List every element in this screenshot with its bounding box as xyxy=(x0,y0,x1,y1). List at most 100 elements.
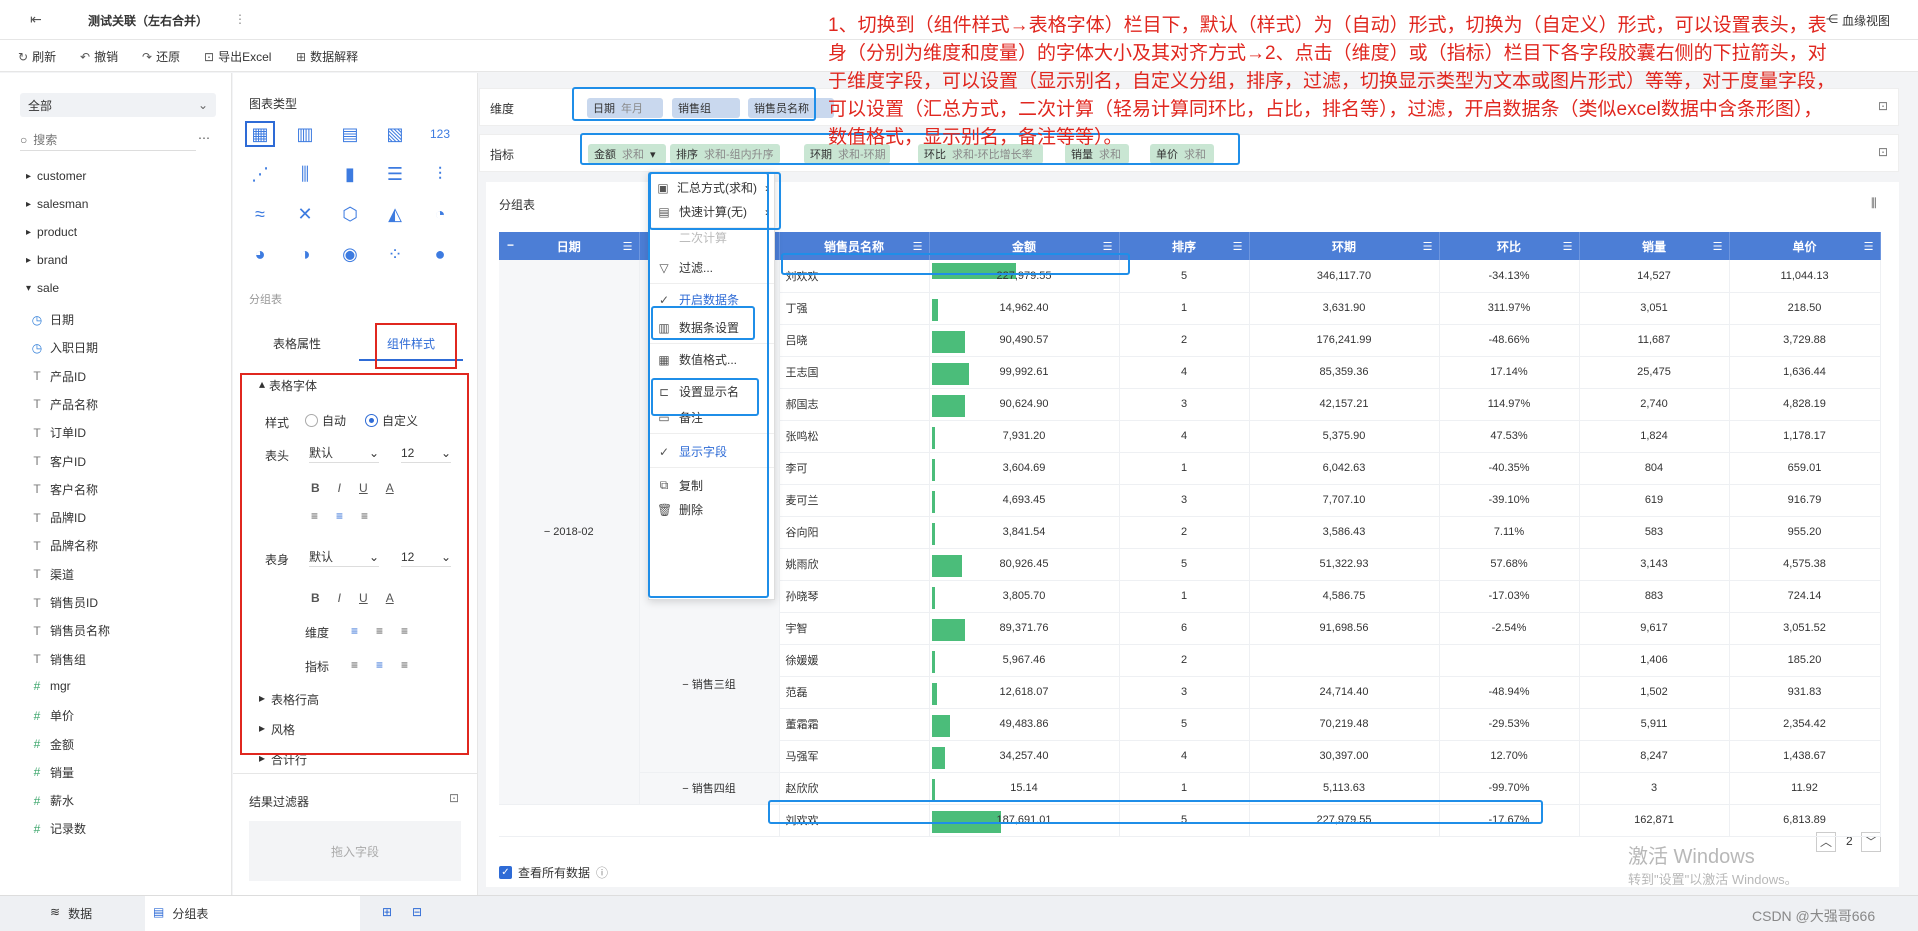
column-settings-icon[interactable]: ⫼ xyxy=(1871,196,1877,211)
redo-button[interactable]: ↷ 还原 xyxy=(142,48,180,65)
col-header-date[interactable]: 日期 − ☰ xyxy=(499,232,640,260)
field-item[interactable]: # 单价 xyxy=(30,707,74,724)
hexbin-icon[interactable]: ⬡ xyxy=(335,201,365,227)
view-all-toggle[interactable]: ✓ 查看所有数据 ⓘ xyxy=(499,864,608,881)
data-explain-button[interactable]: ⊞ 数据解释 xyxy=(296,48,358,65)
field-item[interactable]: T 渠道 xyxy=(30,566,74,583)
tab-table-attr[interactable]: 表格属性 xyxy=(273,335,321,352)
undo-button[interactable]: ↶ 撤销 xyxy=(80,48,118,65)
field-item[interactable]: T 订单ID xyxy=(30,424,86,441)
field-item[interactable]: T 客户名称 xyxy=(30,481,98,498)
col-header-price[interactable]: 单价 ☰ xyxy=(1729,232,1881,260)
line-chart-icon[interactable]: ≈ xyxy=(245,201,275,227)
table-node[interactable]: ▸ brand xyxy=(26,253,68,267)
col-header-qty[interactable]: 销量 ☰ xyxy=(1579,232,1730,260)
list-table-icon[interactable]: ▤ xyxy=(335,121,365,147)
field-item[interactable]: # mgr xyxy=(30,679,71,693)
sort-icon[interactable]: ☰ xyxy=(1233,240,1243,253)
more-icon[interactable]: ⋮ xyxy=(234,12,246,26)
radar-line-icon[interactable]: ✕ xyxy=(290,201,320,227)
field-item[interactable]: T 品牌ID xyxy=(30,509,86,526)
field-item[interactable]: T 销售组 xyxy=(30,651,86,668)
sort-icon[interactable]: ☰ xyxy=(913,240,923,253)
text-field-icon: T xyxy=(33,397,41,412)
column-chart-icon[interactable]: ▮ xyxy=(335,161,365,187)
field-item[interactable]: T 销售员名称 xyxy=(30,622,110,639)
sort-icon[interactable]: ☰ xyxy=(1864,240,1874,253)
table-node[interactable]: ▸ salesman xyxy=(26,197,88,211)
refresh-button[interactable]: ↻ 刷新 xyxy=(18,48,56,65)
field-item[interactable]: # 薪水 xyxy=(30,792,74,809)
kpi-number-icon[interactable]: 123 xyxy=(425,121,455,147)
collapse-icon[interactable]: − xyxy=(682,679,691,691)
gantt-icon[interactable]: ⫶ xyxy=(425,161,455,187)
undo-icon: ↶ xyxy=(80,49,91,64)
data-bar xyxy=(931,586,935,609)
sort-icon[interactable]: ☰ xyxy=(1103,240,1113,253)
sunburst-icon[interactable]: ◉ xyxy=(335,241,365,267)
pie-chart-icon[interactable]: ◕ xyxy=(245,241,275,267)
field-item[interactable]: T 销售员ID xyxy=(30,594,98,611)
sort-icon[interactable]: ☰ xyxy=(1423,240,1433,253)
field-item[interactable]: ◷ 入职日期 xyxy=(30,339,98,356)
bubble-chart-icon[interactable]: ● xyxy=(425,241,455,267)
ratio-cell: -17.03% xyxy=(1439,580,1580,613)
scatter-chart-icon[interactable]: ⁘ xyxy=(380,241,410,267)
salesman-cell: 麦可兰 xyxy=(779,484,930,517)
table-chart-icon[interactable]: ▦ xyxy=(245,121,275,147)
tab-data[interactable]: ≋ 数据 xyxy=(50,905,92,922)
collapse-icon[interactable]: − xyxy=(507,238,514,252)
search-input[interactable] xyxy=(33,132,174,147)
field-item[interactable]: ◷ 日期 xyxy=(30,311,74,328)
amount-cell: 4,693.45 xyxy=(929,484,1120,517)
collapse-icon[interactable]: − xyxy=(544,526,553,538)
lock-icon[interactable]: ⊡ xyxy=(1878,99,1888,113)
qty-cell: 11,687 xyxy=(1579,324,1730,357)
field-item[interactable]: T 品牌名称 xyxy=(30,537,98,554)
add-table-icon[interactable]: ⊟ xyxy=(412,905,422,919)
collapse-icon[interactable]: − xyxy=(682,783,691,795)
add-chart-icon[interactable]: ⊞ xyxy=(382,905,392,919)
qty-cell: 5,911 xyxy=(1579,708,1730,741)
tab-group-table[interactable]: ▤ 分组表 xyxy=(145,896,360,931)
ratio-cell: 12.70% xyxy=(1439,740,1580,773)
more-options-icon[interactable]: ⋯ xyxy=(198,131,210,145)
filter-drop-zone[interactable]: 拖入字段 xyxy=(249,821,461,881)
gauge-icon[interactable]: ◔ xyxy=(425,201,455,227)
table-node[interactable]: ▸ product xyxy=(26,225,77,239)
stacked-bar-icon[interactable]: ⫼ xyxy=(290,161,320,187)
lock-icon[interactable]: ⊡ xyxy=(1878,145,1888,159)
rank-cell: 1 xyxy=(1119,292,1250,325)
info-icon[interactable]: ⓘ xyxy=(596,864,608,881)
table-node[interactable]: ▾ sale xyxy=(26,281,59,295)
sort-icon[interactable]: ☰ xyxy=(1713,240,1723,253)
donut-chart-icon[interactable]: ◑ xyxy=(290,241,320,267)
field-item[interactable]: T 产品ID xyxy=(30,368,86,385)
scatter-bar-icon[interactable]: ⋰ xyxy=(245,161,275,187)
rank-cell: 4 xyxy=(1119,420,1250,453)
bar-chart-icon[interactable]: ☰ xyxy=(380,161,410,187)
area-chart-icon[interactable]: ◭ xyxy=(380,201,410,227)
col-header-ratio[interactable]: 环比 ☰ xyxy=(1439,232,1580,260)
col-header-rank[interactable]: 排序 ☰ xyxy=(1119,232,1250,260)
csdn-credit: CSDN @大强哥666 xyxy=(1752,908,1876,924)
card-chart-icon[interactable]: ▧ xyxy=(380,121,410,147)
field-item[interactable]: T 产品名称 xyxy=(30,396,98,413)
qty-cell: 1,824 xyxy=(1579,420,1730,453)
crosstab-icon[interactable]: ▥ xyxy=(290,121,320,147)
back-icon[interactable]: ⇤ xyxy=(30,11,42,28)
field-item[interactable]: # 金额 xyxy=(30,736,74,753)
table-node[interactable]: ▸ customer xyxy=(26,169,86,183)
field-item[interactable]: # 销量 xyxy=(30,764,74,781)
sort-icon[interactable]: ☰ xyxy=(1563,240,1573,253)
field-item[interactable]: T 客户ID xyxy=(30,453,86,470)
rank-cell: 4 xyxy=(1119,740,1250,773)
checkbox-checked[interactable]: ✓ xyxy=(499,866,512,879)
lock-icon[interactable]: ⊡ xyxy=(449,791,459,805)
export-excel-button[interactable]: ⊡ 导出Excel xyxy=(204,48,271,65)
field-item[interactable]: # 记录数 xyxy=(30,820,86,837)
ratio-cell: -39.10% xyxy=(1439,484,1580,517)
sort-icon[interactable]: ☰ xyxy=(623,240,633,253)
dataset-select[interactable]: 全部 ⌄ xyxy=(20,93,216,117)
col-header-prev-period[interactable]: 环期 ☰ xyxy=(1249,232,1440,260)
